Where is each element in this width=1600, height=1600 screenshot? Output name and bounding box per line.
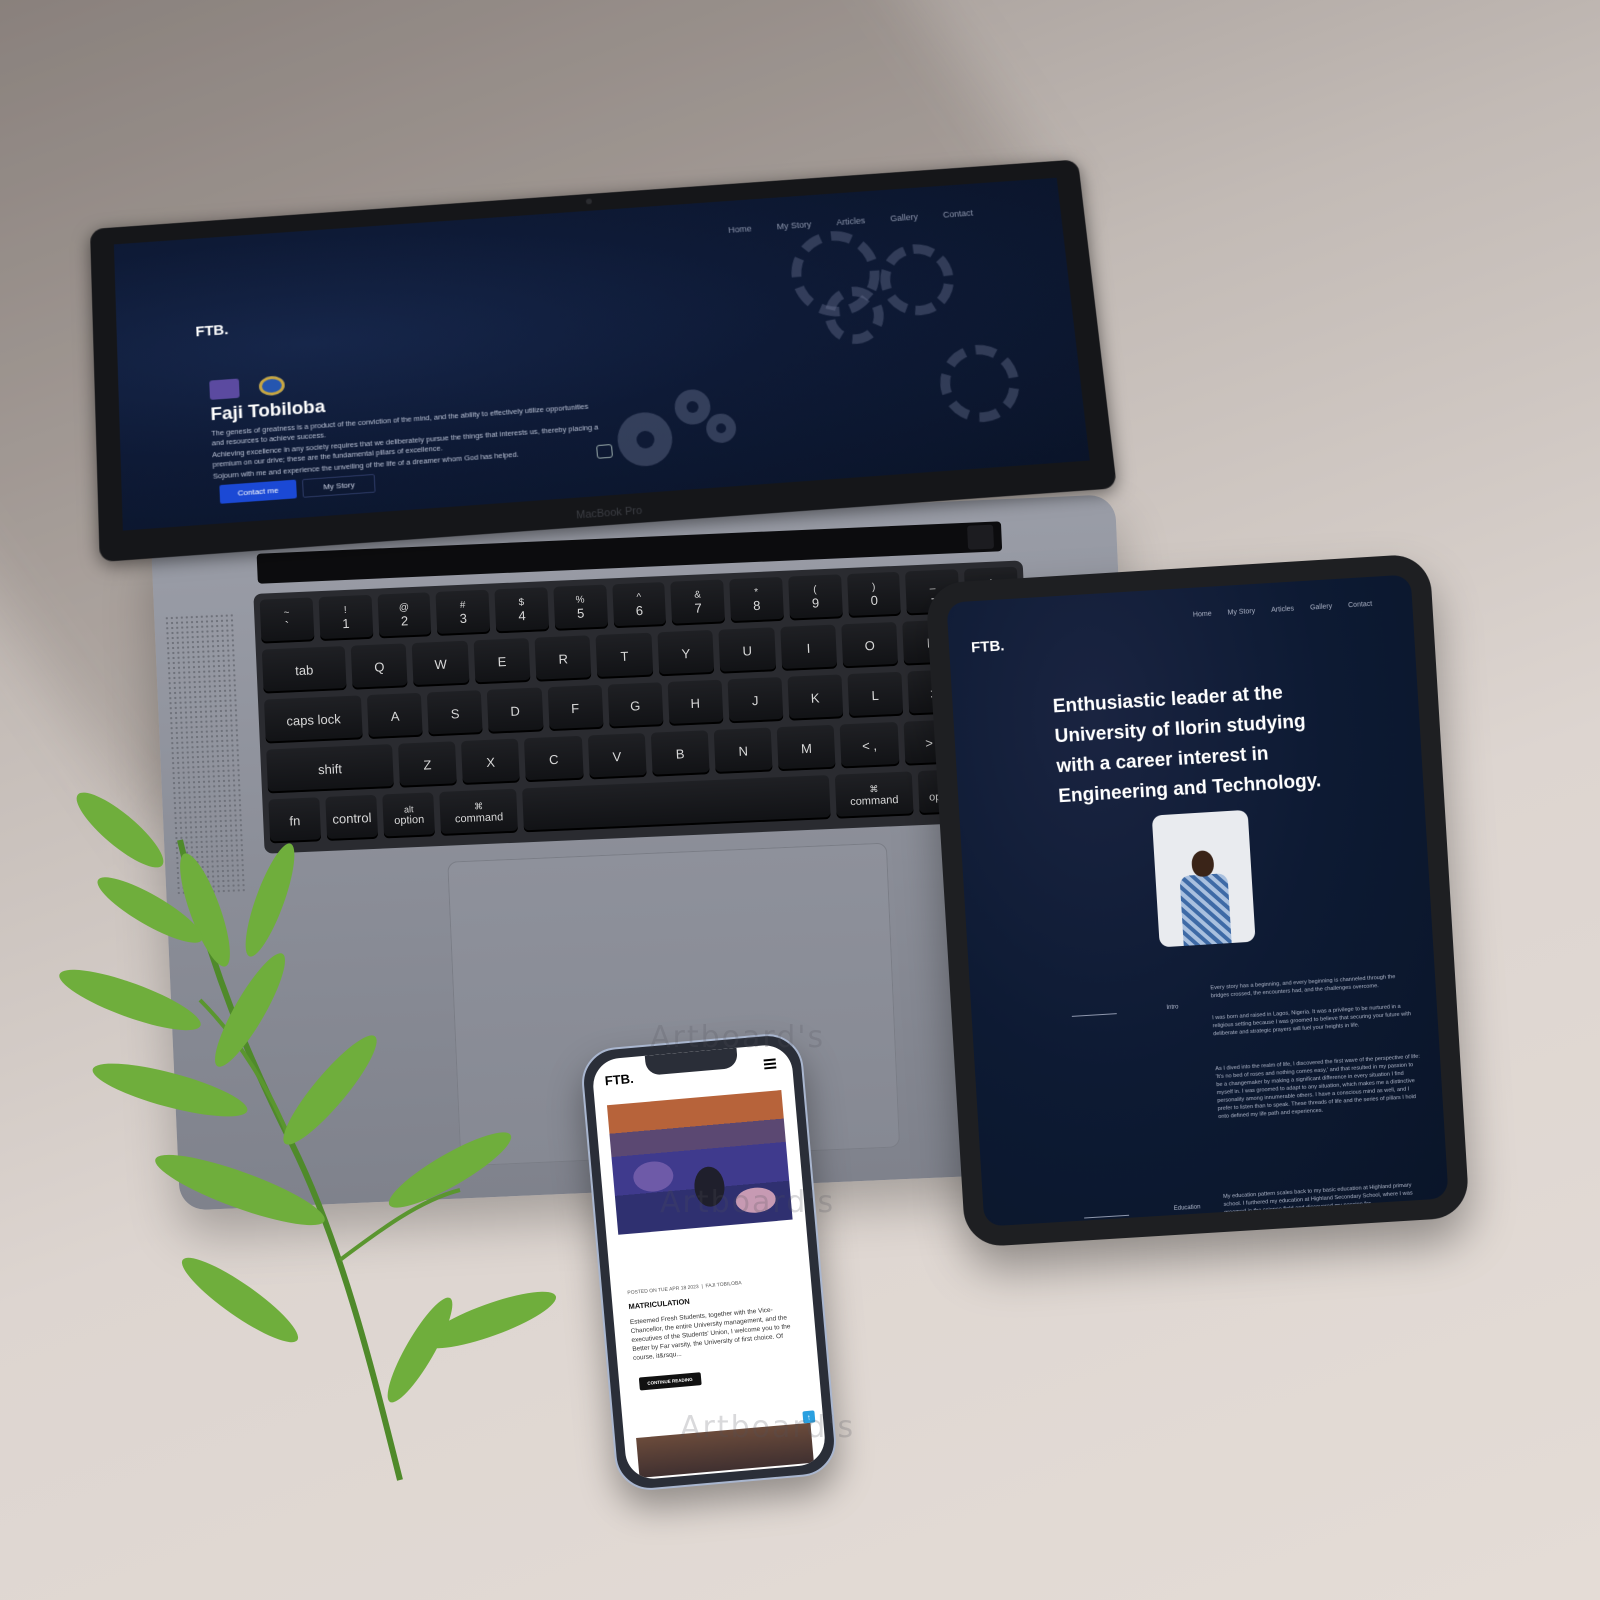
intro-text-2: I was born and raised in Lagos, Nigeria.… — [1212, 1003, 1412, 1038]
key[interactable]: #3 — [435, 589, 491, 636]
post-author[interactable]: FAJI TOBILOBA — [705, 1280, 742, 1289]
logos-row — [209, 375, 286, 400]
key[interactable]: & 7 — [670, 579, 726, 626]
key[interactable]: R — [534, 635, 592, 682]
nav-my-story[interactable]: My Story — [776, 220, 811, 232]
key[interactable]: I — [779, 624, 838, 671]
key[interactable]: ~ ` — [259, 597, 315, 644]
my-story-button[interactable]: My Story — [301, 473, 377, 498]
key[interactable]: H — [667, 679, 724, 726]
key[interactable]: E — [473, 637, 531, 685]
education-text: My education pattern scales back to my b… — [1222, 1182, 1413, 1216]
key[interactable]: ^ 6 — [611, 581, 667, 629]
tablet: FTB. Home My Story Articles Gallery Cont… — [925, 553, 1470, 1248]
key[interactable]: W — [412, 640, 470, 688]
key[interactable]: S — [427, 690, 484, 737]
key[interactable]: K — [787, 674, 844, 721]
nav-home[interactable]: Home — [728, 224, 752, 235]
key[interactable]: (9 — [787, 574, 843, 621]
key[interactable]: D — [487, 687, 544, 734]
key[interactable]: A — [367, 692, 424, 740]
tablet-screen: FTB. Home My Story Articles Gallery Cont… — [946, 574, 1449, 1227]
key[interactable]: caps lock — [263, 695, 364, 744]
key[interactable]: O — [841, 621, 899, 669]
hero-headline: Enthusiastic leader at the University of… — [1052, 682, 1322, 808]
key[interactable]: V — [587, 733, 647, 780]
key[interactable]: $4 — [494, 587, 550, 634]
key[interactable]: @2 — [377, 592, 432, 639]
nav-contact[interactable]: Contact — [1348, 601, 1373, 609]
intro-text-3: As I dived into the realm of life, I dis… — [1215, 1053, 1421, 1121]
site-logo[interactable]: FTB. — [195, 322, 228, 341]
gear-icon — [936, 342, 1024, 425]
site-logo[interactable]: FTB. — [604, 1071, 634, 1088]
post-excerpt: Esteemed Fresh Students, together with t… — [629, 1306, 791, 1362]
plant-decoration — [59, 792, 557, 1481]
key[interactable]: G — [607, 682, 664, 729]
post-date: POSTED ON TUE APR 18 2023 — [627, 1284, 700, 1297]
post-meta: POSTED ON TUE APR 18 2023 | FAJI TOBILOB… — [627, 1280, 742, 1297]
watermark-text: Artboard's — [660, 1185, 836, 1220]
hamburger-menu-icon[interactable] — [763, 1058, 777, 1071]
laptop-screen: FTB. Home My Story Articles Gallery Cont… — [113, 177, 1090, 531]
nav-contact[interactable]: Contact — [942, 208, 973, 219]
continue-reading-button[interactable]: CONTINUE READING — [638, 1372, 702, 1391]
contact-me-button[interactable]: Contact me — [219, 479, 297, 504]
gear-icon — [673, 388, 712, 426]
nav-articles[interactable]: Articles — [1271, 606, 1294, 614]
key[interactable]: Q — [350, 643, 408, 690]
key[interactable]: M — [776, 724, 836, 772]
key[interactable]: J — [727, 677, 784, 724]
nav-gallery[interactable]: Gallery — [890, 212, 919, 223]
gear-icon — [615, 410, 675, 468]
key[interactable]: ⌘ command — [834, 771, 914, 819]
key[interactable]: N — [713, 727, 773, 774]
tablet-nav: Home My Story Articles Gallery Contact — [1193, 601, 1373, 619]
key[interactable]: Y — [657, 629, 715, 677]
key[interactable]: B — [650, 730, 710, 777]
key[interactable]: L — [847, 671, 904, 719]
gear-icon — [876, 241, 958, 318]
intro-label: Intro — [1166, 1004, 1179, 1012]
key[interactable]: T — [595, 632, 654, 679]
key[interactable]: tab — [261, 646, 347, 694]
nav-gallery[interactable]: Gallery — [1310, 603, 1333, 611]
key[interactable]: ) 0 — [846, 571, 902, 619]
watermark-text: Artboard's — [650, 1020, 826, 1055]
key[interactable]: F — [547, 684, 604, 732]
profile-photo — [1151, 809, 1256, 948]
nav-articles[interactable]: Articles — [836, 216, 866, 227]
gear-icon — [705, 412, 738, 444]
key[interactable]: U — [718, 627, 776, 674]
watermark-text: Artboard's — [680, 1410, 856, 1445]
laptop-nav: Home My Story Articles Gallery Contact — [728, 208, 974, 235]
person-figure — [1178, 849, 1232, 946]
university-crest-icon — [209, 378, 240, 400]
key[interactable]: ! 1 — [318, 594, 373, 642]
nav-home[interactable]: Home — [1193, 611, 1212, 619]
camera-icon — [585, 198, 593, 205]
key[interactable]: * 8 — [729, 576, 784, 624]
section-divider — [1084, 1214, 1130, 1219]
key[interactable] — [522, 775, 831, 833]
site-logo[interactable]: FTB. — [971, 637, 1005, 656]
section-divider — [1071, 1013, 1117, 1017]
nav-my-story[interactable]: My Story — [1227, 608, 1255, 617]
education-label: Education — [1173, 1204, 1201, 1213]
key[interactable]: % 5 — [553, 584, 608, 631]
key[interactable]: < , — [840, 721, 900, 769]
home-indicator-icon — [596, 444, 613, 459]
touch-id-button[interactable] — [967, 524, 995, 550]
post-title[interactable]: MATRICULATION — [628, 1297, 690, 1311]
union-seal-icon — [258, 375, 286, 397]
intro-text-1: Every story has a beginning, and every b… — [1210, 974, 1396, 1000]
